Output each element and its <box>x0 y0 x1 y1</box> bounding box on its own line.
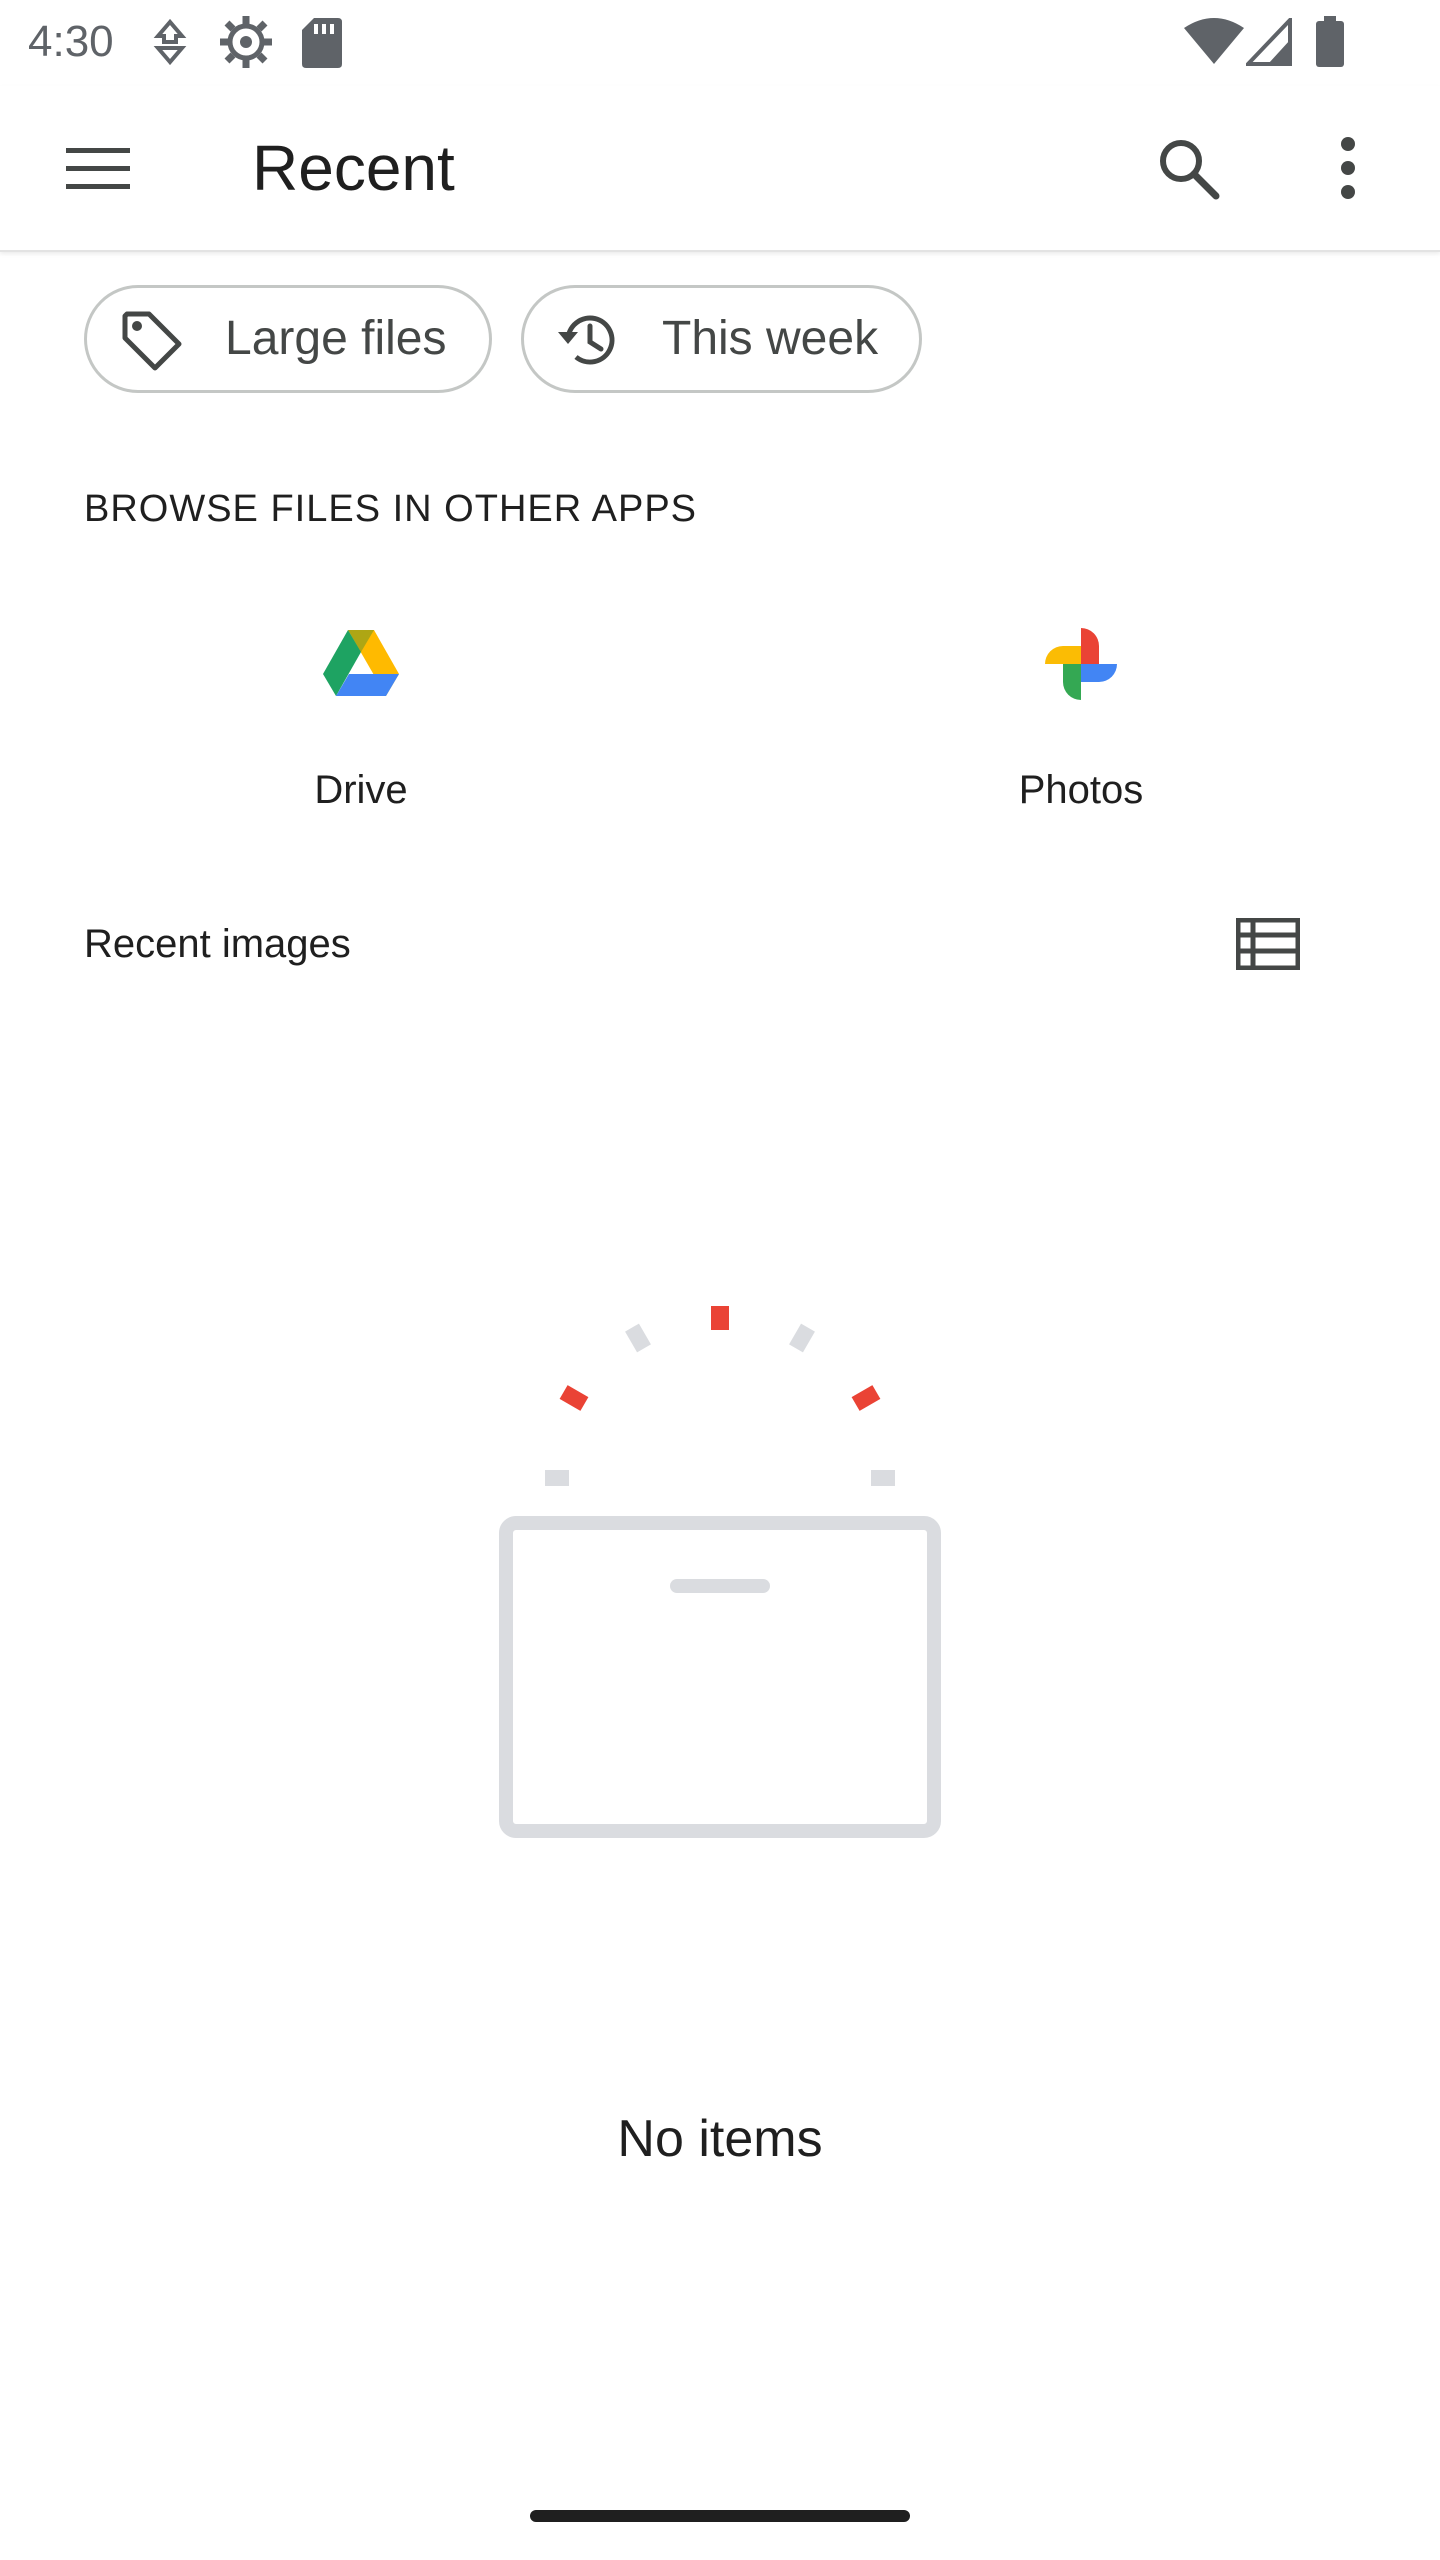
more-vert-icon <box>1341 137 1355 199</box>
google-drive-icon <box>323 630 399 696</box>
page-title: Recent <box>252 132 455 204</box>
sd-card-icon <box>302 18 342 68</box>
empty-state-text: No items <box>617 2110 823 2168</box>
empty-box-illustration <box>499 1306 941 1838</box>
app-tile-label: Drive <box>314 768 408 812</box>
status-bar: 4:30 <box>0 0 1440 86</box>
search-icon <box>1160 140 1220 200</box>
hamburger-menu-icon <box>66 148 130 189</box>
list-view-icon <box>1236 918 1300 970</box>
browse-section-header: BROWSE FILES IN OTHER APPS <box>84 488 698 530</box>
app-bar: Recent <box>0 86 1440 252</box>
app-tile-drive[interactable]: Drive <box>181 600 541 830</box>
data-saver-icon <box>153 18 187 66</box>
recent-images-header: Recent images <box>84 922 351 966</box>
history-icon <box>558 315 615 365</box>
app-tile-label: Photos <box>1018 768 1144 812</box>
chip-label: Large files <box>225 312 447 365</box>
status-time: 4:30 <box>28 17 114 66</box>
cellular-signal-icon <box>1246 18 1292 66</box>
gesture-nav-handle[interactable] <box>530 2510 910 2522</box>
settings-gear-icon <box>220 16 272 68</box>
battery-icon <box>1316 16 1344 67</box>
google-photos-icon <box>1045 628 1117 700</box>
view-toggle-button[interactable] <box>1220 896 1316 992</box>
more-options-button[interactable] <box>1300 120 1396 216</box>
tag-icon <box>122 311 182 371</box>
app-tile-photos[interactable]: Photos <box>901 600 1261 830</box>
wifi-icon <box>1184 18 1244 64</box>
menu-button[interactable] <box>50 120 146 216</box>
chip-label: This week <box>662 312 879 365</box>
search-button[interactable] <box>1140 120 1236 216</box>
chip-large-files[interactable]: Large files <box>84 285 492 393</box>
chip-this-week[interactable]: This week <box>521 285 922 393</box>
